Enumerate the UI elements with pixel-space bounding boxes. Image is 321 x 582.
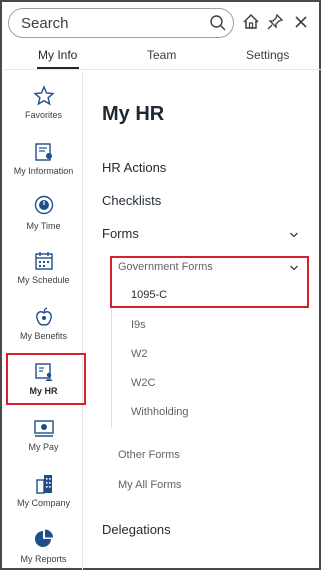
tab-team[interactable]: Team (147, 48, 176, 62)
nav-delegations[interactable]: Delegations (102, 522, 171, 537)
tab-my-info[interactable]: My Info (38, 48, 77, 62)
nav-forms[interactable]: Forms (102, 226, 139, 241)
sidebar-item-my-company[interactable]: My Company (4, 473, 83, 527)
search-input[interactable]: Search (8, 8, 234, 38)
page-title: My HR (102, 103, 165, 125)
top-bar: Search (4, 4, 321, 40)
sidebar-item-my-pay[interactable]: My Pay (4, 417, 83, 471)
nav-checklists[interactable]: Checklists (102, 193, 161, 208)
sidebar-item-label: My Benefits (19, 331, 68, 341)
sidebar: Favorites My Information My Time My Sche… (4, 71, 86, 570)
sidebar-item-label: Favorites (24, 110, 62, 120)
sidebar-item-my-schedule[interactable]: My Schedule (4, 250, 83, 304)
search-icon[interactable] (209, 14, 227, 32)
apple-icon (36, 307, 52, 326)
sidebar-item-label: My Time (26, 221, 61, 231)
star-icon (33, 85, 55, 106)
sidebar-item-my-time[interactable]: My Time (4, 194, 83, 248)
sidebar-item-label: My Schedule (17, 275, 70, 285)
clock-icon (34, 195, 54, 215)
id-card-icon (35, 143, 52, 161)
sidebar-item-favorites[interactable]: Favorites (4, 85, 83, 139)
sidebar-item-label: My Company (16, 498, 70, 508)
nav-hr-actions[interactable]: HR Actions (102, 160, 166, 175)
tab-settings[interactable]: Settings (246, 48, 289, 62)
pay-icon (34, 420, 54, 437)
active-tab-indicator (37, 67, 79, 69)
pin-icon[interactable] (266, 13, 284, 31)
tab-bar: My Info Team Settings (4, 42, 321, 70)
building-icon (36, 475, 52, 494)
nav-my-all-forms[interactable]: My All Forms (118, 479, 182, 491)
sidebar-item-my-information[interactable]: My Information (4, 141, 83, 195)
nav-i9s[interactable]: I9s (131, 319, 146, 331)
sidebar-item-label: My Information (13, 166, 74, 176)
nav-other-forms[interactable]: Other Forms (118, 449, 180, 461)
government-forms-highlight (110, 256, 309, 308)
my-hr-highlight (6, 353, 86, 405)
sidebar-item-label: My Reports (20, 554, 67, 564)
pie-chart-icon (35, 529, 53, 547)
home-icon[interactable] (242, 13, 260, 31)
nav-w2c[interactable]: W2C (131, 377, 155, 389)
sidebar-item-my-reports[interactable]: My Reports (4, 528, 83, 582)
close-icon[interactable] (292, 13, 310, 31)
app-frame: Search My Info Team Settings Favorites M… (0, 0, 321, 570)
nav-w2[interactable]: W2 (131, 348, 148, 360)
calendar-icon (35, 252, 53, 270)
chevron-down-icon[interactable] (289, 230, 299, 240)
sidebar-item-label: My Pay (28, 442, 59, 452)
sidebar-item-my-benefits[interactable]: My Benefits (4, 306, 83, 360)
nav-withholding[interactable]: Withholding (131, 406, 188, 418)
search-placeholder: Search (21, 15, 69, 32)
main-panel: My HR HR Actions Checklists Forms Govern… (84, 71, 321, 570)
